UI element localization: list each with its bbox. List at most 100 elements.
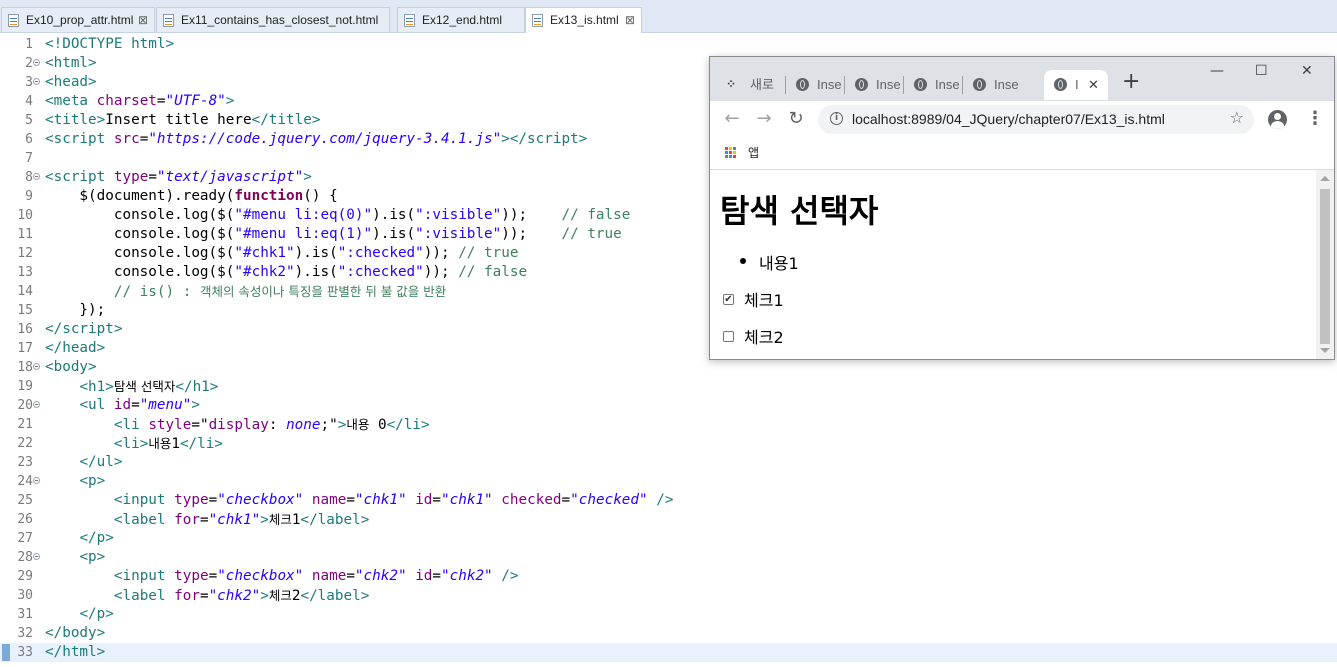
code-text: <input type="checkbox" name="chk1" id="c…	[113, 492, 674, 508]
editor-tab-label: Ex12_end.html	[422, 13, 503, 27]
browser-tab[interactable]: Inse	[904, 70, 962, 100]
editor-tab-ex12[interactable]: Ex12_end.html	[397, 7, 525, 32]
chk1-checkbox[interactable]: ✔	[723, 294, 734, 305]
code-text: <p>	[79, 549, 106, 565]
html-file-icon	[163, 14, 174, 27]
code-line: 27 </p>	[0, 529, 1337, 548]
close-window-button[interactable]: ✕	[1301, 63, 1313, 79]
url-text[interactable]: localhost:8989/04_JQuery/chapter07/Ex13_…	[852, 105, 1165, 134]
code-line: 32 </body>	[0, 624, 1337, 643]
fold-toggle-icon[interactable]	[33, 78, 40, 85]
apps-bookmark-label[interactable]: 앱	[748, 139, 759, 167]
line-number: 21	[17, 417, 33, 432]
vertical-scrollbar[interactable]	[1316, 170, 1334, 359]
browser-tab[interactable]: Inse	[845, 70, 903, 100]
line-number: 1	[25, 37, 33, 52]
editor-tab-ex13[interactable]: Ex13_is.html ⊠	[525, 7, 642, 33]
code-text: <label for="chk2">체크2</label>	[113, 588, 370, 604]
line-number: 23	[17, 455, 33, 470]
list-item: 내용1	[759, 254, 799, 273]
editor-tab-ex11[interactable]: Ex11_contains_has_closest_not.html	[156, 7, 390, 32]
browser-tab[interactable]: Inse	[963, 70, 1021, 100]
line-number: 13	[17, 265, 33, 280]
fold-toggle-icon[interactable]	[33, 401, 40, 408]
code-text: <body>	[45, 359, 97, 375]
line-number: 2	[25, 56, 33, 71]
info-icon[interactable]: i	[830, 112, 843, 125]
code-text: </p>	[79, 606, 114, 622]
code-line: 22 <li>내용1</li>	[0, 434, 1337, 453]
chk2-label[interactable]: 체크2	[744, 324, 784, 348]
line-number: 20	[17, 398, 33, 413]
editor-tab-ex10[interactable]: Ex10_prop_attr.html ⊠	[1, 7, 155, 32]
code-line: 23 </ul>	[0, 453, 1337, 472]
globe-icon	[796, 78, 809, 91]
line-number: 16	[17, 322, 33, 337]
code-text: console.log($("#chk1").is(":checked")); …	[45, 245, 519, 261]
code-line: 20 <ul id="menu">	[0, 396, 1337, 415]
fold-toggle-icon[interactable]	[33, 173, 40, 180]
code-line: 24 <p>	[0, 472, 1337, 491]
fold-toggle-icon[interactable]	[33, 363, 40, 370]
code-line: 25 <input type="checkbox" name="chk1" id…	[0, 491, 1337, 510]
forward-button[interactable]: →	[753, 108, 775, 130]
apps-grid-icon[interactable]	[725, 147, 737, 159]
code-text: <p>	[79, 473, 106, 489]
line-number: 29	[17, 569, 33, 584]
code-line: 30 <label for="chk2">체크2</label>	[0, 586, 1337, 605]
code-text: $(document).ready(function() {	[45, 188, 338, 204]
browser-tab-strip: ⁘ 새로 Inse Inse Inse Inse I ✕ + — ☐ ✕	[710, 57, 1334, 101]
browser-toolbar: ← → ↻ i localhost:8989/04_JQuery/chapter…	[710, 101, 1334, 139]
code-text: <ul id="menu">	[79, 397, 200, 413]
scroll-up-arrow-icon[interactable]	[1320, 176, 1330, 181]
close-tab-icon[interactable]: ⊠	[138, 8, 148, 32]
new-tab-button[interactable]: +	[1122, 69, 1140, 94]
browser-window: ⁘ 새로 Inse Inse Inse Inse I ✕ + — ☐ ✕ ← →…	[709, 56, 1335, 360]
bookmark-star-icon[interactable]: ☆	[1230, 108, 1244, 127]
code-text: console.log($("#menu li:eq(0)").is(":vis…	[45, 207, 631, 223]
line-number: 31	[17, 607, 33, 622]
fold-toggle-icon[interactable]	[33, 59, 40, 66]
browser-tab-newtab[interactable]: ⁘ 새로	[716, 70, 790, 100]
html-file-icon	[8, 14, 19, 27]
line-number: 18	[17, 360, 33, 375]
code-text: <script src="https://code.jquery.com/jqu…	[45, 131, 588, 147]
browser-tab-active[interactable]: I ✕	[1044, 70, 1108, 100]
maximize-button[interactable]: ☐	[1255, 63, 1268, 79]
address-bar[interactable]: i localhost:8989/04_JQuery/chapter07/Ex1…	[818, 105, 1254, 134]
browser-tab[interactable]: Inse	[786, 70, 844, 100]
line-number: 14	[17, 284, 33, 299]
code-text: console.log($("#chk2").is(":checked")); …	[45, 264, 528, 280]
fold-toggle-icon[interactable]	[33, 477, 40, 484]
minimize-button[interactable]: —	[1210, 63, 1224, 79]
reload-button[interactable]: ↻	[785, 108, 807, 130]
menu-icon[interactable]: ⋮	[1306, 110, 1324, 128]
chk1-label[interactable]: 체크1	[744, 287, 784, 311]
line-number: 17	[17, 341, 33, 356]
chk2-checkbox[interactable]	[723, 331, 734, 342]
scrollbar-thumb[interactable]	[1320, 189, 1330, 344]
close-tab-icon[interactable]: ⊠	[625, 8, 635, 32]
code-text: </ul>	[79, 454, 123, 470]
code-text: </body>	[45, 625, 106, 641]
globe-icon	[973, 78, 986, 91]
back-button[interactable]: ←	[721, 108, 743, 130]
line-number: 6	[25, 132, 33, 147]
profile-avatar-icon[interactable]	[1268, 110, 1287, 129]
line-number: 19	[17, 379, 33, 394]
code-text: <li>내용1</li>	[113, 436, 223, 452]
fold-toggle-icon[interactable]	[33, 553, 40, 560]
close-tab-icon[interactable]: ✕	[1088, 70, 1099, 100]
list-bullet	[740, 258, 746, 264]
editor-tab-label: Ex13_is.html	[550, 13, 619, 27]
code-text: // is() : 객체의 속성이나 특징을 판별한 뒤 불 값을 반환	[113, 284, 447, 300]
scroll-down-arrow-icon[interactable]	[1320, 348, 1330, 353]
line-number: 32	[17, 626, 33, 641]
line-number: 22	[17, 436, 33, 451]
editor-tab-label: Ex10_prop_attr.html	[26, 13, 134, 27]
line-number: 7	[25, 151, 33, 166]
globe-icon	[855, 78, 868, 91]
code-text: <!DOCTYPE html>	[45, 36, 175, 52]
code-text: <script type="text/javascript">	[45, 169, 312, 185]
line-number: 15	[17, 303, 33, 318]
